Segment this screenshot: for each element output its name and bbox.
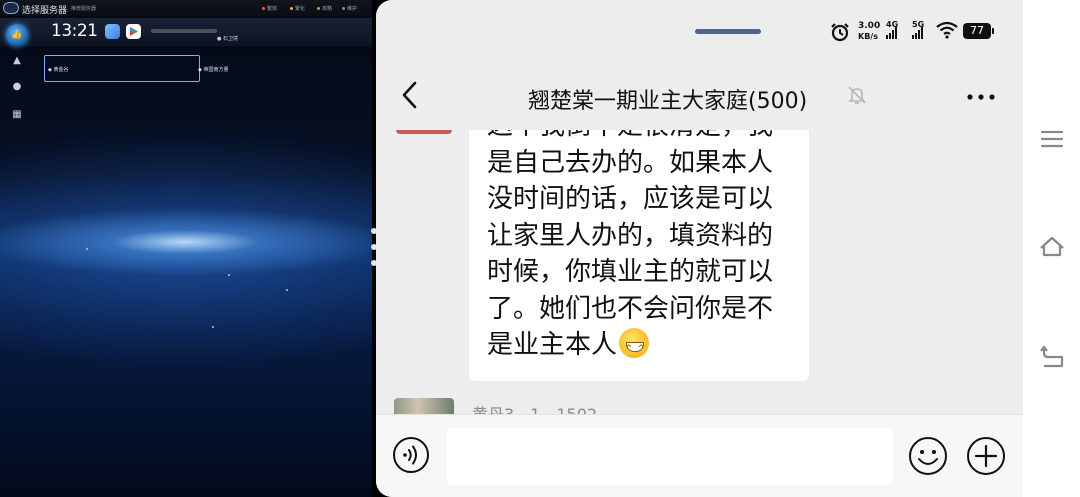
- message-input[interactable]: [447, 428, 893, 485]
- dot-icon: [317, 7, 320, 10]
- emoji-icon[interactable]: [908, 436, 948, 476]
- grid-icon[interactable]: ▦: [12, 110, 22, 120]
- grinning-emoji-icon: [619, 328, 650, 368]
- menu-label: 攻略: [322, 6, 333, 12]
- back-icon[interactable]: [400, 80, 420, 110]
- input-bar: [376, 414, 1023, 497]
- game-logo-icon: [3, 2, 19, 14]
- message-bubble[interactable]: 这个我倒不是很清楚，我是自己去办的。如果本人没时间的话，应该是可以让家里人办的，…: [469, 130, 809, 381]
- speed-value: 3.00: [858, 21, 881, 31]
- star: [212, 326, 214, 328]
- signal-icon: [912, 27, 923, 39]
- game-subtitle: 推荐服务器: [71, 6, 97, 12]
- thumb-icon[interactable]: ▲: [12, 56, 22, 66]
- star: [286, 289, 288, 291]
- progress-bar: [151, 29, 217, 33]
- menu-item-fanti[interactable]: 繁体: [262, 5, 277, 12]
- signal-icon: [886, 27, 897, 39]
- server-zone-label: ● 石卫境: [217, 36, 238, 42]
- clock: 13:21: [51, 21, 98, 41]
- server-item-1[interactable]: ◆ 黄金谷: [48, 66, 68, 73]
- menu-item-fanhua[interactable]: 繁化: [290, 5, 305, 12]
- avatar[interactable]: [394, 398, 454, 414]
- dot-icon: [290, 7, 293, 10]
- chat-window: 3.00 KB/s 4G 5G 77 翘楚棠一期业主大家庭(500) 这个我倒不…: [376, 0, 1023, 497]
- menu-label: 繁体: [267, 6, 278, 12]
- play-store-icon[interactable]: [126, 24, 141, 39]
- alarm-icon: [831, 23, 849, 42]
- server-name: 帝国南方量: [203, 67, 229, 73]
- message-text: 这个我倒不是很清楚，我是自己去办的。如果本人没时间的话，应该是可以让家里人办的，…: [487, 130, 797, 368]
- plus-icon[interactable]: [966, 436, 1006, 476]
- battery-tip: [992, 28, 994, 34]
- avatar[interactable]: [396, 130, 452, 134]
- navigation-bar: [1023, 0, 1080, 497]
- chat-title: 翘楚棠一期业主大家庭(500): [528, 89, 808, 114]
- wifi-icon: [936, 21, 958, 39]
- dot-icon: [342, 7, 345, 10]
- menu-item-maintenance[interactable]: 维护: [342, 5, 357, 12]
- dot-icon: [262, 7, 265, 10]
- menu-label: 繁化: [295, 6, 306, 12]
- mute-icon: [848, 86, 866, 104]
- menu-item-guide[interactable]: 攻略: [317, 5, 332, 12]
- thumbs-up-icon[interactable]: 👍: [6, 24, 28, 46]
- more-icon[interactable]: [966, 87, 996, 107]
- home-icon[interactable]: [1038, 233, 1066, 261]
- user-icon[interactable]: ●: [12, 82, 22, 92]
- battery-level: 77: [970, 24, 984, 37]
- star: [86, 248, 88, 250]
- window-drag-handle[interactable]: [695, 29, 761, 34]
- message-text-content: 这个我倒不是很清楚，我是自己去办的。如果本人没时间的话，应该是可以让家里人办的，…: [487, 130, 774, 360]
- menu-icon[interactable]: [1038, 125, 1066, 153]
- star: [228, 274, 230, 276]
- message-list[interactable]: 这个我倒不是很清楚，我是自己去办的。如果本人没时间的话，应该是可以让家里人办的，…: [376, 130, 1023, 414]
- server-zone-text: 石卫境: [222, 36, 238, 42]
- menu-label: 维护: [347, 6, 358, 12]
- server-item-2[interactable]: ◆ 帝国南方量: [198, 66, 228, 73]
- game-window: 选择服务器 推荐服务器 繁体 繁化 攻略 维护 👍 13:21 ● 石卫境 ▲ …: [0, 0, 372, 497]
- game-title: 选择服务器: [22, 6, 68, 16]
- server-name: 黄金谷: [53, 67, 69, 73]
- voice-icon[interactable]: [392, 436, 430, 474]
- back-arrow-icon[interactable]: [1038, 342, 1066, 370]
- finder-app-icon[interactable]: [105, 24, 120, 39]
- sender-name: 黄丹3—1—1502: [472, 401, 597, 414]
- speed-unit: KB/s: [858, 32, 878, 41]
- battery-icon: 77: [963, 23, 991, 39]
